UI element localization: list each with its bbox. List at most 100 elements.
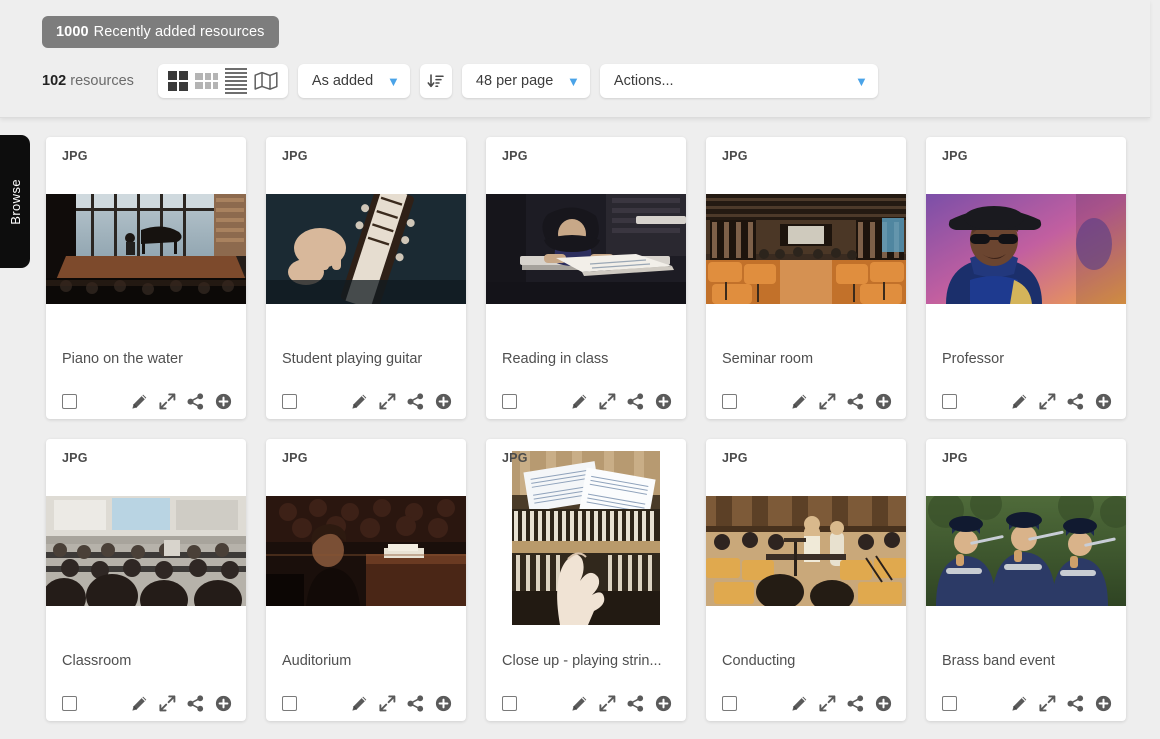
add-to-collection-icon[interactable] <box>1095 695 1112 712</box>
page-header: 1000 Recently added resources 102 resour… <box>0 0 1150 118</box>
add-to-collection-icon[interactable] <box>875 695 892 712</box>
share-icon[interactable] <box>1067 695 1084 712</box>
select-checkbox[interactable] <box>722 394 737 409</box>
select-checkbox[interactable] <box>942 696 957 711</box>
resource-card-actions <box>722 695 892 712</box>
edit-pencil-icon[interactable] <box>351 393 368 410</box>
resource-thumbnail[interactable] <box>926 477 1126 625</box>
resource-thumbnail[interactable] <box>706 175 906 323</box>
map-icon <box>254 71 278 91</box>
expand-arrows-icon[interactable] <box>159 393 176 410</box>
edit-pencil-icon[interactable] <box>571 393 588 410</box>
edit-pencil-icon[interactable] <box>1011 695 1028 712</box>
select-checkbox[interactable] <box>62 696 77 711</box>
resource-card-actions <box>502 393 672 410</box>
resource-title[interactable]: Auditorium <box>282 653 454 669</box>
resource-thumbnail[interactable] <box>706 477 906 625</box>
share-icon[interactable] <box>627 695 644 712</box>
expand-arrows-icon[interactable] <box>819 695 836 712</box>
resource-thumbnail[interactable] <box>266 477 466 625</box>
edit-pencil-icon[interactable] <box>1011 393 1028 410</box>
select-checkbox[interactable] <box>282 696 297 711</box>
share-icon[interactable] <box>847 695 864 712</box>
resource-card[interactable]: JPG Conducting <box>706 439 906 721</box>
share-icon[interactable] <box>407 695 424 712</box>
share-icon[interactable] <box>187 393 204 410</box>
collection-title-pill[interactable]: 1000 Recently added resources <box>42 16 279 48</box>
share-icon[interactable] <box>1067 393 1084 410</box>
add-to-collection-icon[interactable] <box>655 393 672 410</box>
view-mode-grid-small-button[interactable] <box>194 73 218 89</box>
resource-card[interactable]: JPG Reading in class <box>486 137 686 419</box>
expand-arrows-icon[interactable] <box>599 393 616 410</box>
resource-title[interactable]: Close up - playing strin... <box>502 653 674 669</box>
add-to-collection-icon[interactable] <box>875 393 892 410</box>
add-to-collection-icon[interactable] <box>655 695 672 712</box>
expand-arrows-icon[interactable] <box>599 695 616 712</box>
expand-arrows-icon[interactable] <box>159 695 176 712</box>
resource-thumbnail[interactable] <box>486 175 686 323</box>
view-mode-list-button[interactable] <box>224 68 247 94</box>
thumbnail-image <box>486 194 686 304</box>
select-checkbox[interactable] <box>502 696 517 711</box>
resource-thumbnail[interactable] <box>46 175 246 323</box>
view-mode-map-button[interactable] <box>254 71 278 91</box>
expand-arrows-icon[interactable] <box>1039 695 1056 712</box>
edit-pencil-icon[interactable] <box>131 393 148 410</box>
thumbnail-image <box>266 496 466 606</box>
select-checkbox[interactable] <box>942 394 957 409</box>
add-to-collection-icon[interactable] <box>1095 393 1112 410</box>
resource-card[interactable]: JPG Brass band event <box>926 439 1126 721</box>
sort-by-select[interactable]: As added ▼ <box>297 64 410 98</box>
add-to-collection-icon[interactable] <box>215 695 232 712</box>
resource-title[interactable]: Classroom <box>62 653 234 669</box>
add-to-collection-icon[interactable] <box>435 695 452 712</box>
resource-title[interactable]: Student playing guitar <box>282 351 454 367</box>
resource-card[interactable]: JPG Student playing guitar <box>266 137 466 419</box>
select-checkbox[interactable] <box>502 394 517 409</box>
sort-direction-button[interactable] <box>419 64 452 98</box>
edit-pencil-icon[interactable] <box>351 695 368 712</box>
edit-pencil-icon[interactable] <box>791 695 808 712</box>
expand-arrows-icon[interactable] <box>819 393 836 410</box>
resource-title[interactable]: Brass band event <box>942 653 1114 669</box>
resource-title[interactable]: Seminar room <box>722 351 894 367</box>
resource-file-type: JPG <box>282 451 308 465</box>
resource-thumbnail[interactable] <box>486 451 686 625</box>
resource-title[interactable]: Conducting <box>722 653 894 669</box>
select-checkbox[interactable] <box>62 394 77 409</box>
resource-thumbnail[interactable] <box>926 175 1126 323</box>
edit-pencil-icon[interactable] <box>131 695 148 712</box>
share-icon[interactable] <box>187 695 204 712</box>
resource-card[interactable]: JPG Classroom <box>46 439 246 721</box>
resource-title[interactable]: Reading in class <box>502 351 674 367</box>
view-mode-grid-large-button[interactable] <box>167 71 188 91</box>
resource-card-actions <box>942 695 1112 712</box>
resource-title[interactable]: Professor <box>942 351 1114 367</box>
edit-pencil-icon[interactable] <box>571 695 588 712</box>
resource-card[interactable]: JPG Auditorium <box>266 439 466 721</box>
resource-card[interactable]: JPG Seminar room <box>706 137 906 419</box>
resource-thumbnail[interactable] <box>46 477 246 625</box>
expand-arrows-icon[interactable] <box>379 695 396 712</box>
edit-pencil-icon[interactable] <box>791 393 808 410</box>
share-icon[interactable] <box>847 393 864 410</box>
actions-select[interactable]: Actions... ▼ <box>599 64 878 98</box>
expand-arrows-icon[interactable] <box>379 393 396 410</box>
select-checkbox[interactable] <box>722 696 737 711</box>
resource-card[interactable]: JPG Professor <box>926 137 1126 419</box>
resource-card[interactable]: JPG Piano on the water <box>46 137 246 419</box>
resource-card[interactable]: JPG Close up - playing strin... <box>486 439 686 721</box>
per-page-select[interactable]: 48 per page ▼ <box>461 64 590 98</box>
add-to-collection-icon[interactable] <box>435 393 452 410</box>
chevron-down-icon: ▼ <box>855 73 868 89</box>
browse-side-tab[interactable]: Browse <box>0 135 30 268</box>
select-checkbox[interactable] <box>282 394 297 409</box>
resource-action-icons <box>351 695 452 712</box>
resource-thumbnail[interactable] <box>266 175 466 323</box>
share-icon[interactable] <box>407 393 424 410</box>
expand-arrows-icon[interactable] <box>1039 393 1056 410</box>
add-to-collection-icon[interactable] <box>215 393 232 410</box>
resource-title[interactable]: Piano on the water <box>62 351 234 367</box>
share-icon[interactable] <box>627 393 644 410</box>
